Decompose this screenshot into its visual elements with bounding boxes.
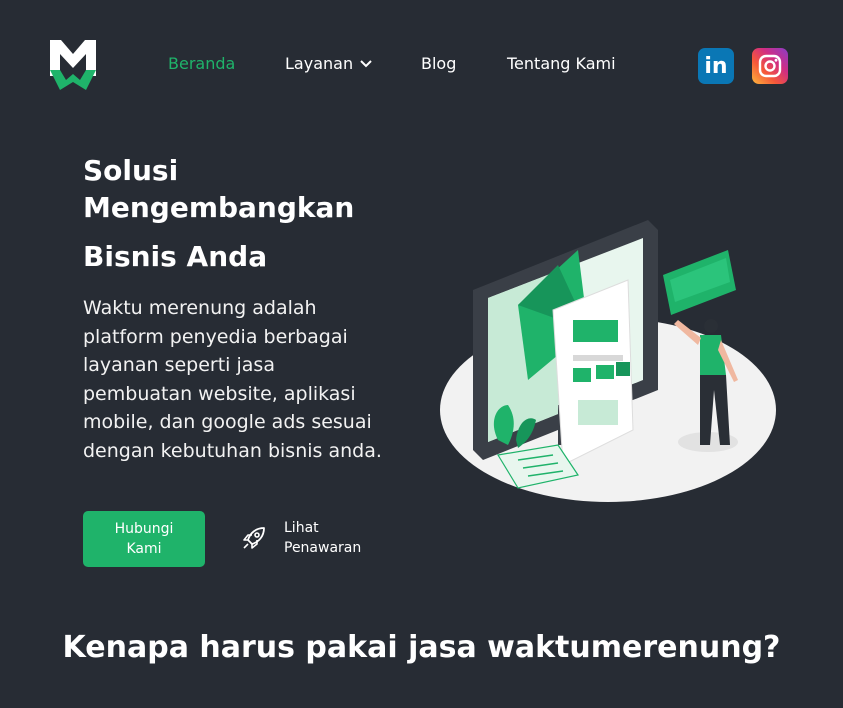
hero-title: Solusi Mengembangkan Bisnis Anda xyxy=(83,152,403,275)
hero-title-line: Solusi xyxy=(83,154,179,187)
chevron-down-icon xyxy=(360,59,372,67)
hero-illustration xyxy=(440,220,776,502)
nav-label: Layanan xyxy=(285,54,354,73)
logo-mw-icon[interactable] xyxy=(50,40,96,90)
hero-title-line: Bisnis Anda xyxy=(83,240,268,273)
linkedin-label: in xyxy=(704,53,728,79)
nav-item-layanan[interactable]: Layanan xyxy=(285,54,373,73)
rocket-icon xyxy=(243,527,265,549)
nav-item-beranda[interactable]: Beranda xyxy=(168,54,235,73)
view-offer-label: Lihat Penawaran xyxy=(284,520,362,556)
nav-item-tentang-kami[interactable]: Tentang Kami xyxy=(507,54,616,73)
instagram-icon[interactable] xyxy=(752,48,788,84)
hero-title-line: Mengembangkan xyxy=(83,191,355,224)
linkedin-icon[interactable]: in xyxy=(698,48,734,84)
hero-description: Waktu merenung adalah platform penyedia … xyxy=(83,297,382,462)
nav-label: Beranda xyxy=(168,54,236,73)
section-title: Kenapa harus pakai jasa waktumerenung? xyxy=(62,630,781,665)
nav-item-blog[interactable]: Blog xyxy=(421,54,456,73)
contact-button-label: Hubungi Kami xyxy=(114,521,174,557)
nav-label: Blog xyxy=(421,54,457,73)
view-offer-link[interactable]: Lihat Penawaran xyxy=(240,518,374,558)
nav-label: Tentang Kami xyxy=(507,54,616,73)
contact-button[interactable]: Hubungi Kami xyxy=(83,511,205,567)
instagram-glyph xyxy=(758,54,782,78)
